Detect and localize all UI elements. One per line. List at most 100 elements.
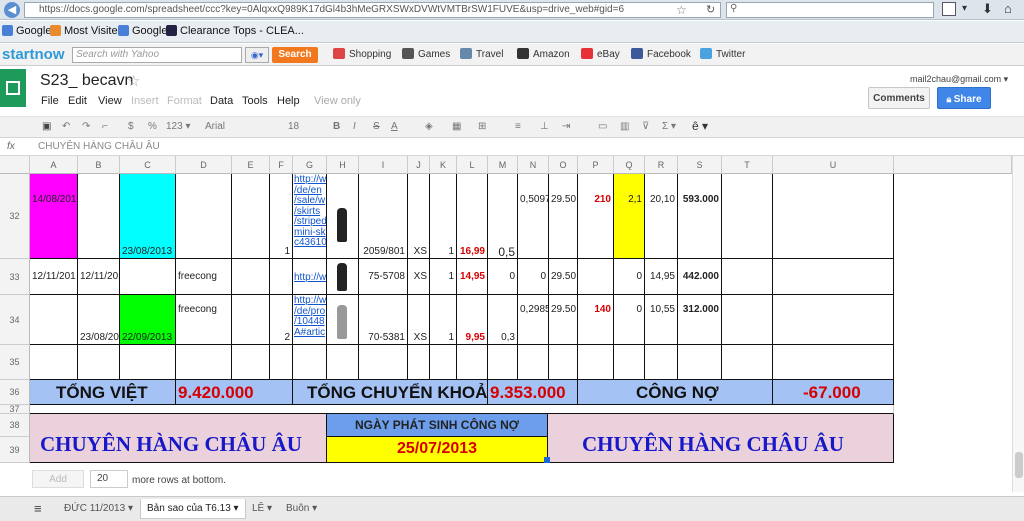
cell-k-34[interactable]: 1 (430, 295, 457, 345)
cell-u-32[interactable] (773, 174, 894, 259)
tab-buon[interactable]: Buôn ▾ (280, 499, 323, 519)
cong-no-label[interactable]: CÔNG NỢ (578, 380, 773, 405)
italic-icon[interactable]: I (353, 121, 356, 132)
cell-u-34[interactable] (773, 295, 894, 345)
rows-count-input[interactable]: 20 (90, 470, 128, 488)
scrollbar-thumb[interactable] (1015, 452, 1023, 478)
cell-link-33[interactable]: http://w /de/pro /13265 (293, 259, 327, 295)
cell-j-33[interactable]: XS (408, 259, 430, 295)
percent-icon[interactable]: % (148, 121, 157, 132)
sum-icon[interactable]: Σ ▾ (662, 121, 676, 132)
menu-icon[interactable]: ▾ (962, 3, 967, 14)
tab-le[interactable]: LÊ ▾ (246, 499, 278, 519)
cell-link-35[interactable] (293, 345, 327, 380)
column-header-r[interactable]: R (645, 156, 678, 174)
column-header-c[interactable]: C (120, 156, 176, 174)
cell-l-35[interactable] (457, 345, 488, 380)
all-sheets-icon[interactable]: ≡ (28, 499, 48, 519)
tab-duc[interactable]: ĐỨC 11/2013 ▾ (58, 499, 139, 519)
amazon-link[interactable]: Amazon (517, 48, 570, 60)
bookmark-star-icon[interactable]: ☆ (676, 3, 687, 17)
column-header-j[interactable]: J (408, 156, 430, 174)
cell-o-33[interactable]: 29.50 (549, 259, 578, 295)
cell-l-33[interactable]: 14,95 (457, 259, 488, 295)
cell-f-32[interactable]: 1 (270, 174, 293, 259)
column-header-m[interactable]: M (488, 156, 518, 174)
home-button-icon[interactable]: ⌂ (1004, 1, 1012, 16)
cell-a-35[interactable] (30, 345, 78, 380)
cell-p-34[interactable]: 140 (578, 295, 614, 345)
column-header-n[interactable]: N (518, 156, 549, 174)
cell-img-35[interactable] (327, 345, 359, 380)
doc-title[interactable]: S23_ becavn (40, 72, 133, 90)
cell-i-32[interactable]: 2059/801 (359, 174, 408, 259)
row-header-37[interactable]: 37 (0, 405, 30, 414)
cell-p-33[interactable] (578, 259, 614, 295)
cell-d-35[interactable] (176, 345, 232, 380)
cell-n-33[interactable]: 0 (518, 259, 549, 295)
cell-q-35[interactable] (614, 345, 645, 380)
cell-j-35[interactable] (408, 345, 430, 380)
tong-chuyen-khoan-label[interactable]: TỔNG CHUYỂN KHOẢN (293, 380, 488, 405)
cell-j-32[interactable]: XS (408, 174, 430, 259)
paint-format-icon[interactable]: ⌐ (102, 121, 108, 132)
column-header-s[interactable]: S (678, 156, 722, 174)
download-icon[interactable]: ⬇ (982, 1, 993, 17)
row-37-blank[interactable] (30, 405, 894, 414)
cell-f-34[interactable]: 2 (270, 295, 293, 345)
vertical-scrollbar[interactable] (1012, 156, 1024, 492)
cell-o-32[interactable]: 29.50 (549, 174, 578, 259)
address-input[interactable]: https://docs.google.com/spreadsheet/ccc?… (24, 2, 721, 18)
valign-icon[interactable]: ⊥ (540, 121, 549, 132)
column-header-f[interactable]: F (270, 156, 293, 174)
debt-date-title[interactable]: NGÀY PHÁT SINH CÔNG NỢ (327, 414, 548, 437)
cell-s-35[interactable] (678, 345, 722, 380)
row-header-34[interactable]: 34 (0, 295, 30, 345)
cell-p-35[interactable] (578, 345, 614, 380)
cong-no-value[interactable]: -67.000 (773, 380, 894, 405)
menu-view[interactable]: View (98, 95, 122, 107)
cell-s-33[interactable]: 442.000 (678, 259, 722, 295)
borders-icon[interactable]: ▦ (452, 121, 461, 132)
column-header-l[interactable]: L (457, 156, 488, 174)
debt-date-value[interactable]: 25/07/2013 (327, 437, 548, 463)
banner-right[interactable]: CHUYÊN HÀNG CHÂU ÂU (548, 414, 894, 463)
cell-img-32[interactable] (327, 174, 359, 259)
fill-color-icon[interactable]: ◈ (425, 121, 433, 132)
cell-t-35[interactable] (722, 345, 773, 380)
column-header-a[interactable]: A (30, 156, 78, 174)
cell-p-32[interactable]: 210 (578, 174, 614, 259)
cell-u-33[interactable] (773, 259, 894, 295)
row-header-35[interactable]: 35 (0, 345, 30, 380)
column-header-t[interactable]: T (722, 156, 773, 174)
cell-k-35[interactable] (430, 345, 457, 380)
formula-input[interactable]: CHUYÊN HÀNG CHÂU ÂU (38, 141, 160, 152)
cell-b-35[interactable] (78, 345, 120, 380)
row-header-38[interactable]: 38 (0, 414, 30, 437)
cell-m-33[interactable]: 0 (488, 259, 518, 295)
bookmark-clearance[interactable]: Clearance Tops - CLEA... (166, 25, 304, 37)
back-icon[interactable]: ◀ (4, 2, 20, 18)
currency-icon[interactable]: $ (128, 121, 134, 132)
cell-c-34[interactable]: 22/09/2013 (120, 295, 176, 345)
cell-b-34[interactable]: 23/08/201 (78, 295, 120, 345)
column-header-o[interactable]: O (549, 156, 578, 174)
yahoo-engine-icon[interactable]: ◉▾ (245, 47, 269, 63)
cell-n-32[interactable]: 0,5097 (518, 174, 549, 259)
cell-c-32[interactable]: 23/08/2013 (120, 174, 176, 259)
cell-q-34[interactable]: 0 (614, 295, 645, 345)
font-dropdown[interactable]: Arial (205, 121, 225, 132)
cell-k-32[interactable]: 1 (430, 174, 457, 259)
align-icon[interactable]: ≡ (515, 121, 521, 132)
cell-b-33[interactable]: 12/11/201 (78, 259, 120, 295)
browser-search-input[interactable]: ⚲ (726, 2, 934, 18)
column-header-e[interactable]: E (232, 156, 270, 174)
cell-k-33[interactable]: 1 (430, 259, 457, 295)
comment-icon[interactable]: ▭ (598, 121, 607, 132)
column-header-d[interactable]: D (176, 156, 232, 174)
cell-t-33[interactable] (722, 259, 773, 295)
share-button[interactable]: 🔒︎ Share (937, 87, 991, 109)
cell-i-35[interactable] (359, 345, 408, 380)
corner-cell[interactable] (0, 156, 30, 174)
tong-viet-label[interactable]: TỔNG VIỆT (30, 380, 176, 405)
